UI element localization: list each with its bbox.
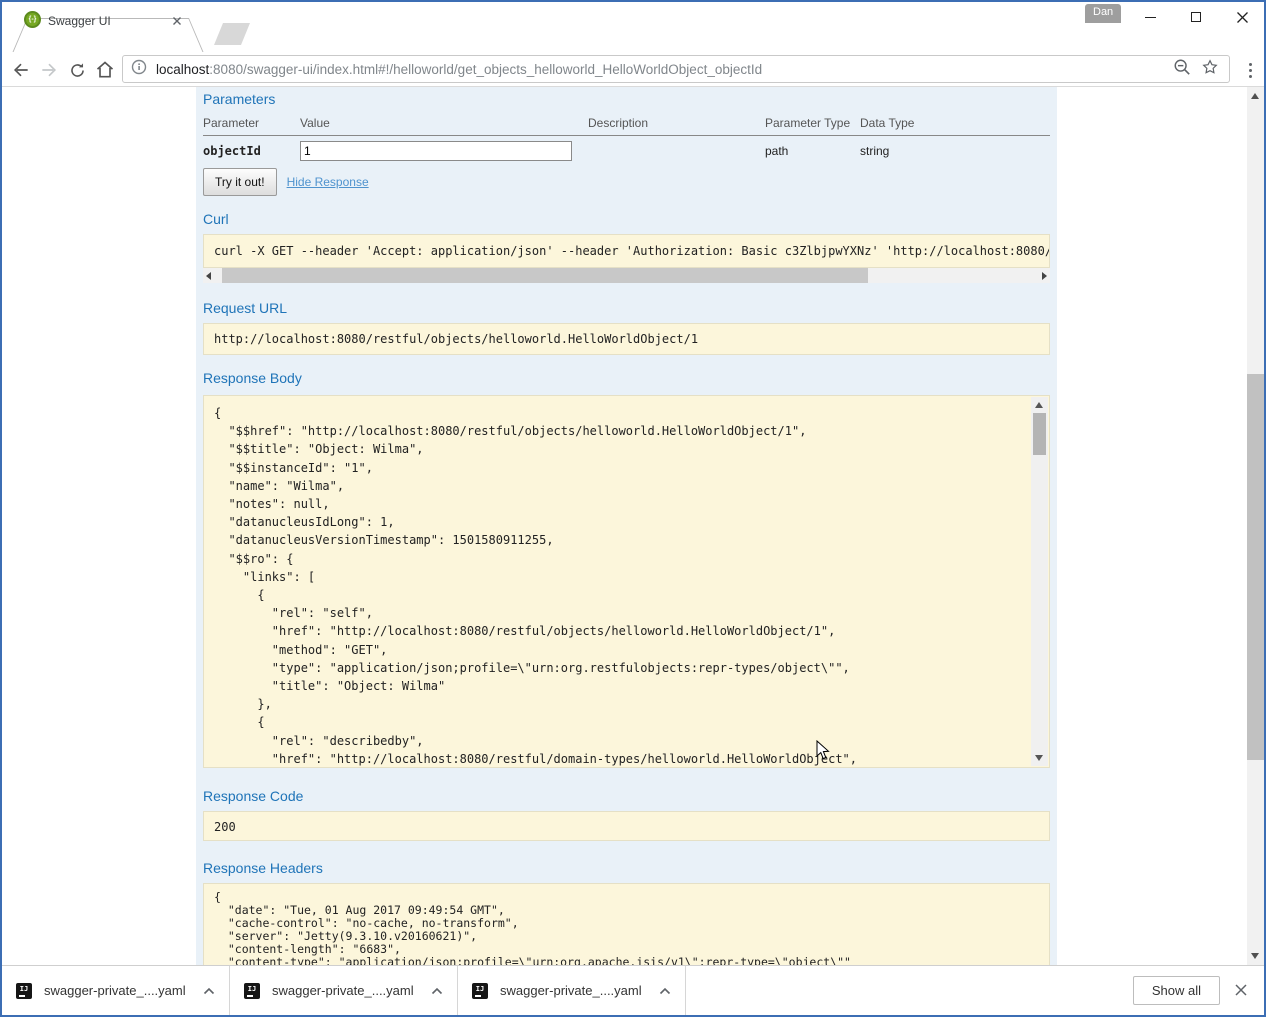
show-all-downloads-button[interactable]: Show all: [1133, 976, 1220, 1005]
parameter-data-type: string: [860, 144, 1050, 158]
swagger-favicon-icon: {-}: [24, 11, 41, 28]
response-code-value: 200: [203, 811, 1050, 841]
col-description: Description: [588, 116, 765, 130]
parameter-name: objectId: [203, 144, 300, 158]
curl-horizontal-scrollbar[interactable]: [203, 268, 1050, 283]
page-viewport: Parameters Parameter Value Description P…: [2, 87, 1264, 965]
page-vertical-scrollbar[interactable]: [1247, 87, 1264, 965]
address-bar[interactable]: localhost:8080/swagger-ui/index.html#!/h…: [122, 55, 1230, 83]
mouse-cursor: [816, 740, 830, 766]
browser-toolbar: localhost:8080/swagger-ui/index.html#!/h…: [2, 52, 1264, 87]
window-maximize-button[interactable]: [1174, 2, 1218, 32]
yaml-file-icon: IJ: [244, 983, 260, 999]
response-headers-heading: Response Headers: [203, 860, 1050, 876]
scroll-down-arrow-icon[interactable]: [1035, 755, 1043, 761]
browser-window: {-} Swagger UI Dan localhost:80: [0, 0, 1266, 1017]
home-button[interactable]: [92, 57, 118, 83]
back-button[interactable]: [8, 57, 34, 83]
downloads-close-icon[interactable]: [1234, 983, 1250, 999]
col-parameter: Parameter: [203, 116, 300, 130]
request-url-heading: Request URL: [203, 300, 1050, 316]
objectid-value-input[interactable]: [300, 141, 572, 161]
curl-command: curl -X GET --header 'Accept: applicatio…: [203, 234, 1050, 268]
scroll-left-arrow-icon[interactable]: [206, 272, 211, 280]
scroll-down-arrow-icon[interactable]: [1251, 953, 1259, 959]
window-minimize-button[interactable]: [1128, 2, 1172, 32]
request-url-value: http://localhost:8080/restful/objects/he…: [203, 323, 1050, 355]
parameters-heading: Parameters: [203, 91, 1050, 107]
downloads-bar: IJ swagger-private_....yaml IJ swagger-p…: [2, 965, 1264, 1015]
vertical-scroll-thumb[interactable]: [1033, 413, 1046, 455]
col-parameter-type: Parameter Type: [765, 116, 860, 130]
page-info-icon[interactable]: [131, 59, 147, 80]
chevron-up-icon[interactable]: [431, 982, 443, 1000]
scroll-right-arrow-icon[interactable]: [1042, 272, 1047, 280]
hide-response-link[interactable]: Hide Response: [287, 175, 369, 189]
browser-menu-icon[interactable]: [1240, 58, 1260, 82]
maximize-icon: [1191, 12, 1201, 22]
scroll-up-arrow-icon[interactable]: [1251, 93, 1259, 99]
yaml-file-icon: IJ: [472, 983, 488, 999]
scroll-up-arrow-icon[interactable]: [1035, 402, 1043, 408]
zoom-out-icon[interactable]: [1173, 58, 1191, 81]
parameter-type: path: [765, 144, 860, 158]
curl-heading: Curl: [203, 211, 1050, 227]
response-body-heading: Response Body: [203, 370, 1050, 386]
download-filename: swagger-private_....yaml: [44, 983, 203, 998]
parameters-table-header: Parameter Value Description Parameter Ty…: [203, 116, 1050, 136]
download-item[interactable]: IJ swagger-private_....yaml: [230, 966, 458, 1015]
parameter-row-objectid: objectId path string: [203, 136, 1050, 165]
close-icon: [1236, 11, 1249, 24]
horizontal-scroll-thumb[interactable]: [222, 268, 868, 283]
chevron-up-icon[interactable]: [203, 982, 215, 1000]
download-filename: swagger-private_....yaml: [272, 983, 431, 998]
tab-title: Swagger UI: [48, 14, 111, 28]
chevron-up-icon[interactable]: [659, 982, 671, 1000]
try-it-out-button[interactable]: Try it out!: [203, 168, 277, 196]
response-headers-json: { "date": "Tue, 01 Aug 2017 09:49:54 GMT…: [203, 883, 1050, 965]
bookmark-star-icon[interactable]: [1201, 58, 1219, 81]
response-code-heading: Response Code: [203, 788, 1050, 804]
response-body-block: { "$$href": "http://localhost:8080/restf…: [203, 395, 1050, 768]
title-bar: {-} Swagger UI Dan: [2, 2, 1264, 56]
col-value: Value: [300, 116, 588, 130]
url-text[interactable]: localhost:8080/swagger-ui/index.html#!/h…: [156, 62, 1173, 77]
response-body-json: { "$$href": "http://localhost:8080/restf…: [204, 396, 1049, 768]
window-close-button[interactable]: [1220, 2, 1264, 32]
response-body-scrollbar[interactable]: [1031, 397, 1048, 766]
yaml-file-icon: IJ: [16, 983, 32, 999]
forward-button[interactable]: [36, 57, 62, 83]
new-tab-button[interactable]: [214, 23, 250, 45]
download-filename: swagger-private_....yaml: [500, 983, 659, 998]
reload-button[interactable]: [64, 57, 90, 83]
tab-close-icon[interactable]: [170, 14, 184, 28]
profile-badge[interactable]: Dan: [1085, 4, 1121, 23]
page-scroll-thumb[interactable]: [1247, 374, 1264, 760]
download-item[interactable]: IJ swagger-private_....yaml: [2, 966, 230, 1015]
download-item[interactable]: IJ swagger-private_....yaml: [458, 966, 686, 1015]
url-host: localhost: [156, 62, 209, 77]
url-path: :8080/swagger-ui/index.html#!/helloworld…: [209, 62, 762, 77]
minimize-icon: [1145, 17, 1156, 18]
swagger-operation-panel: Parameters Parameter Value Description P…: [196, 87, 1057, 965]
col-data-type: Data Type: [860, 116, 1050, 130]
